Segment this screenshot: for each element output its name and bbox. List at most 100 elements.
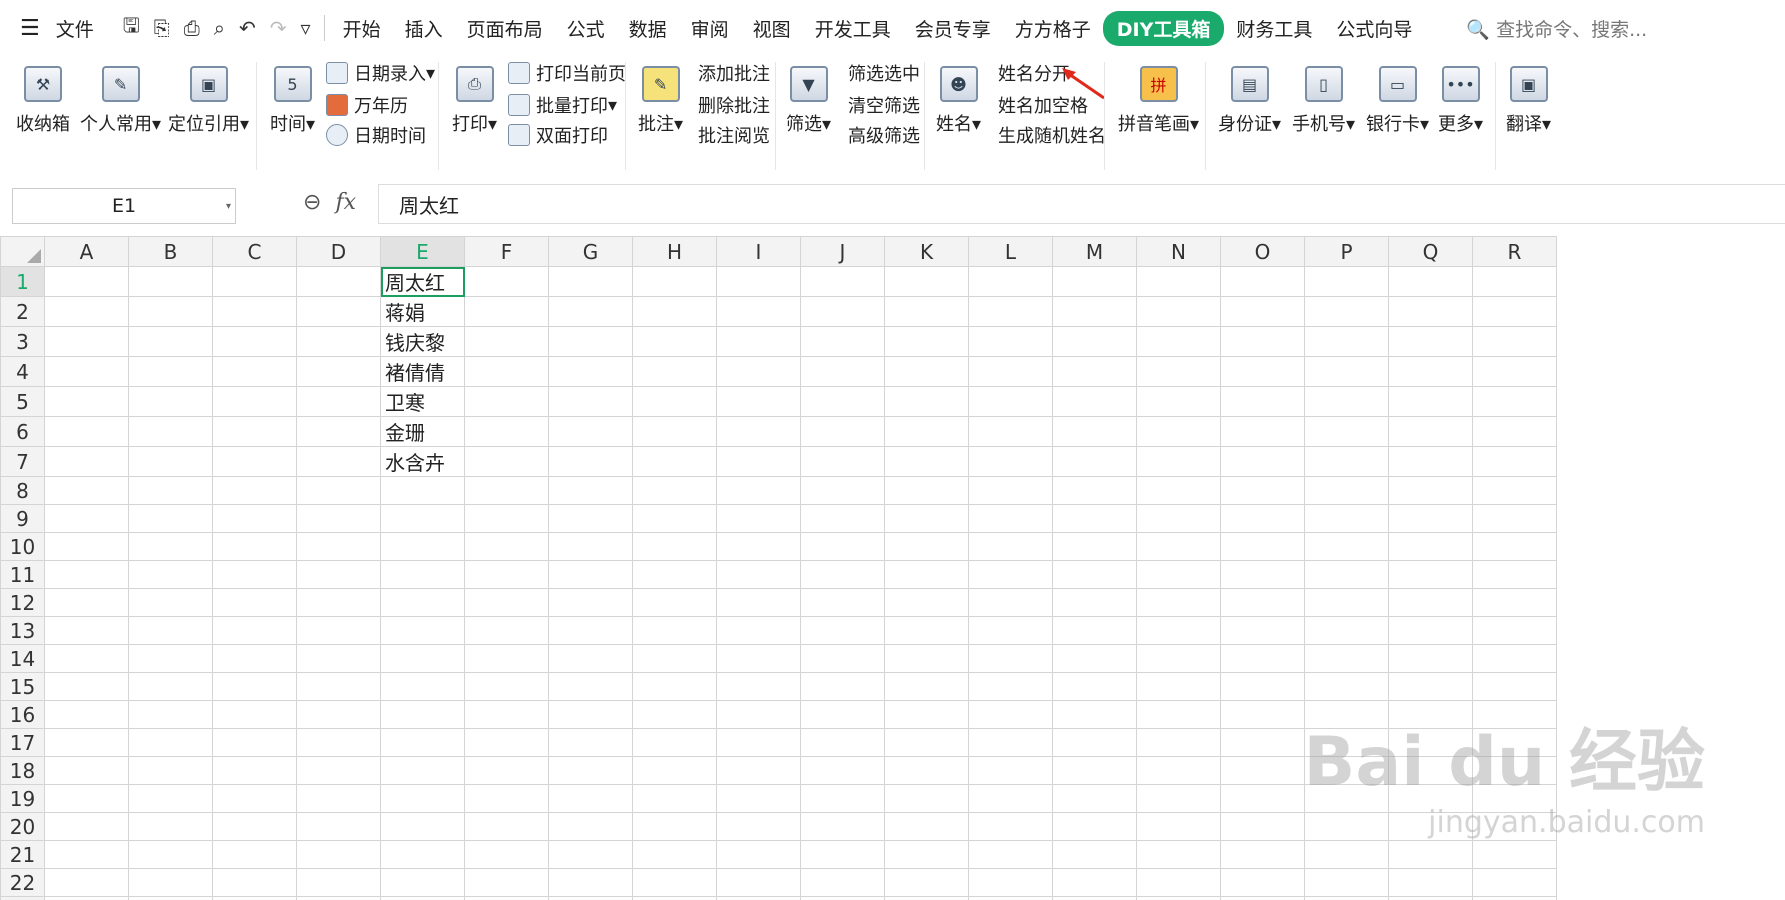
cell[interactable] <box>1052 868 1137 897</box>
comment-button[interactable]: ✎ 批注▾ <box>638 66 683 136</box>
cell[interactable] <box>380 532 465 561</box>
cell[interactable] <box>800 784 885 813</box>
cell[interactable] <box>1388 868 1473 897</box>
column-header[interactable]: O <box>1220 236 1305 267</box>
cell[interactable] <box>548 896 633 900</box>
cell[interactable] <box>296 784 381 813</box>
cell[interactable] <box>1220 416 1305 447</box>
cell[interactable] <box>968 386 1053 417</box>
cell[interactable] <box>884 266 969 297</box>
translate-button[interactable]: ▣ 翻译▾ <box>1506 66 1551 136</box>
cell[interactable] <box>800 700 885 729</box>
cell[interactable] <box>800 868 885 897</box>
cell[interactable] <box>128 416 213 447</box>
cell[interactable] <box>1388 416 1473 447</box>
cell[interactable] <box>968 756 1053 785</box>
column-header[interactable]: Q <box>1388 236 1473 267</box>
cell[interactable] <box>884 812 969 841</box>
cell[interactable] <box>1388 644 1473 673</box>
row-header[interactable]: 12 <box>0 588 45 617</box>
cell[interactable] <box>548 840 633 869</box>
cell[interactable] <box>800 504 885 533</box>
cell[interactable] <box>548 326 633 357</box>
column-header[interactable]: J <box>800 236 885 267</box>
cell[interactable] <box>1304 840 1389 869</box>
cell[interactable] <box>380 672 465 701</box>
print-current-page-button[interactable]: 打印当前页 <box>508 60 626 86</box>
datetime-button[interactable]: 日期时间 <box>326 122 426 148</box>
cell[interactable] <box>884 476 969 505</box>
cell[interactable] <box>1052 812 1137 841</box>
cell[interactable] <box>1472 616 1557 645</box>
cell[interactable] <box>1052 296 1137 327</box>
cell[interactable]: 钱庆黎 <box>380 326 465 357</box>
cell[interactable] <box>716 868 801 897</box>
cell[interactable] <box>968 356 1053 387</box>
cell[interactable] <box>1304 386 1389 417</box>
cell[interactable] <box>884 840 969 869</box>
column-header[interactable]: F <box>464 236 549 267</box>
column-header[interactable]: R <box>1472 236 1557 267</box>
cell[interactable] <box>1472 416 1557 447</box>
cell[interactable] <box>380 840 465 869</box>
row-header[interactable]: 16 <box>0 700 45 729</box>
cell[interactable] <box>1388 532 1473 561</box>
cell[interactable] <box>716 588 801 617</box>
cell[interactable] <box>1304 532 1389 561</box>
cell[interactable] <box>968 476 1053 505</box>
locate-reference-button[interactable]: ▣ 定位引用▾ <box>168 66 249 136</box>
phone-number-button[interactable]: ▯ 手机号▾ <box>1292 66 1355 136</box>
cell[interactable] <box>968 700 1053 729</box>
cell[interactable] <box>1220 840 1305 869</box>
column-header[interactable]: K <box>884 236 969 267</box>
cell[interactable] <box>212 644 297 673</box>
random-name-button[interactable]: 生成随机姓名 <box>998 122 1106 148</box>
cell[interactable] <box>1388 588 1473 617</box>
cell[interactable] <box>632 532 717 561</box>
perpetual-calendar-button[interactable]: 万年历 <box>326 92 408 118</box>
column-header[interactable]: D <box>296 236 381 267</box>
cell[interactable] <box>1472 504 1557 533</box>
cell[interactable] <box>380 616 465 645</box>
cell[interactable] <box>1220 326 1305 357</box>
cell[interactable] <box>968 896 1053 900</box>
cell[interactable] <box>44 840 129 869</box>
cell[interactable] <box>968 644 1053 673</box>
batch-print-button[interactable]: 批量打印 ▾ <box>508 92 617 118</box>
cell[interactable] <box>128 672 213 701</box>
cell[interactable] <box>548 532 633 561</box>
cell[interactable] <box>212 560 297 589</box>
hamburger-icon[interactable]: ☰ <box>20 16 40 41</box>
preview-icon[interactable]: ⌕ <box>214 16 225 40</box>
cell[interactable] <box>1388 616 1473 645</box>
cell[interactable] <box>1136 588 1221 617</box>
cell[interactable] <box>44 416 129 447</box>
cell[interactable] <box>296 356 381 387</box>
cell[interactable] <box>1388 296 1473 327</box>
tab-8[interactable]: 会员专享 <box>903 15 1003 42</box>
cell[interactable] <box>464 476 549 505</box>
cell[interactable] <box>1136 784 1221 813</box>
cell[interactable] <box>632 416 717 447</box>
cell[interactable] <box>1220 296 1305 327</box>
cell[interactable] <box>1304 416 1389 447</box>
review-comment-button[interactable]: 批注阅览 <box>698 122 770 148</box>
cell[interactable] <box>1388 476 1473 505</box>
row-header[interactable]: 15 <box>0 672 45 701</box>
cell[interactable] <box>800 616 885 645</box>
row-header[interactable]: 1 <box>0 266 45 297</box>
cell[interactable] <box>1220 560 1305 589</box>
cell[interactable] <box>1136 296 1221 327</box>
cell[interactable] <box>380 476 465 505</box>
cell[interactable] <box>1472 672 1557 701</box>
cell[interactable] <box>632 386 717 417</box>
cell[interactable] <box>716 700 801 729</box>
cell[interactable] <box>1052 616 1137 645</box>
cell[interactable] <box>1304 356 1389 387</box>
column-header[interactable]: C <box>212 236 297 267</box>
cell[interactable] <box>968 812 1053 841</box>
cell[interactable] <box>212 266 297 297</box>
more-button[interactable]: ••• 更多▾ <box>1438 66 1483 136</box>
cell[interactable] <box>1220 266 1305 297</box>
cell[interactable] <box>1052 840 1137 869</box>
